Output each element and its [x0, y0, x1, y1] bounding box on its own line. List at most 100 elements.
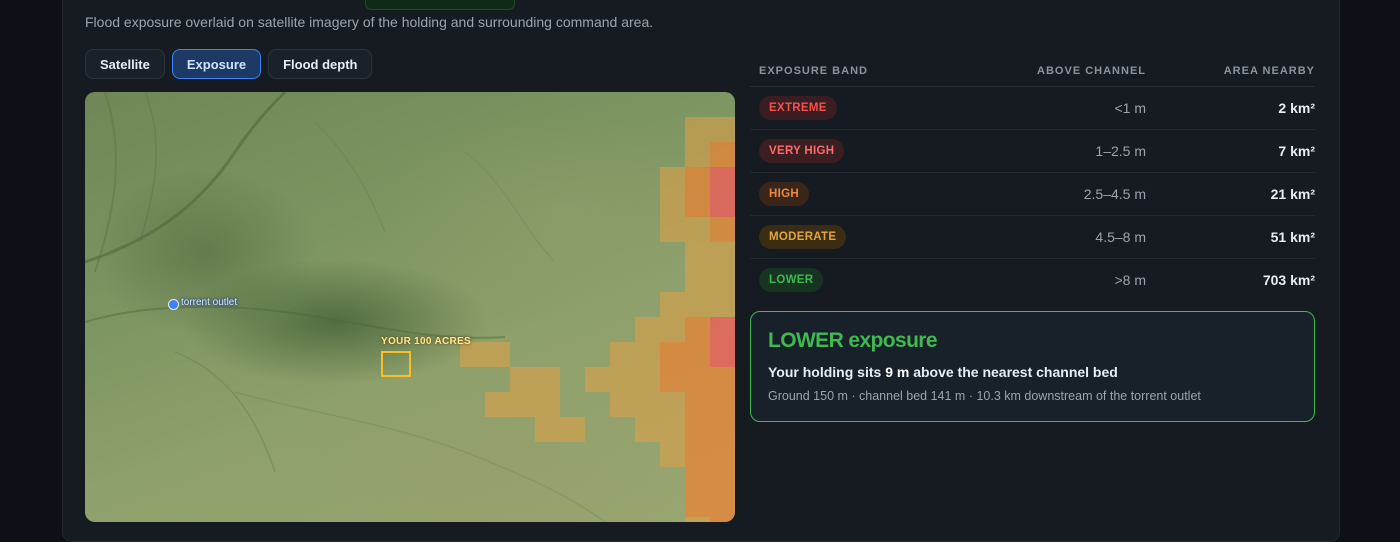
exposure-cell [710, 367, 735, 392]
exposure-cell [635, 392, 660, 417]
table-row: EXTREME <1 m 2 km² [750, 87, 1315, 130]
exposure-cell [510, 392, 535, 417]
area-nearby-cell: 2 km² [1278, 100, 1315, 116]
exposure-cell [685, 217, 710, 242]
exposure-cell [610, 367, 635, 392]
exposure-cell [710, 167, 735, 192]
exposure-cell [685, 292, 710, 317]
exposure-cell [610, 392, 635, 417]
exposure-cell [710, 317, 735, 342]
exposure-band-badge: VERY HIGH [759, 139, 845, 163]
exposure-cell [660, 167, 685, 192]
summary-line-suffix: above the nearest channel bed [913, 364, 1118, 380]
exposure-cell [585, 367, 610, 392]
exposure-cell [685, 417, 710, 442]
above-channel-cell: 4.5–8 m [1095, 229, 1146, 245]
exposure-cell [635, 417, 660, 442]
satellite-exposure-map[interactable]: torrent outlet YOUR 100 ACRES [85, 92, 735, 522]
tab-satellite[interactable]: Satellite [85, 49, 165, 79]
exposure-cell [660, 192, 685, 217]
holding-label: YOUR 100 ACRES [381, 336, 471, 347]
exposure-cell [685, 192, 710, 217]
table-row: HIGH 2.5–4.5 m 21 km² [750, 173, 1315, 216]
exposure-cell [710, 267, 735, 292]
exposure-cell [685, 317, 710, 342]
exposure-cell [610, 342, 635, 367]
table-row: LOWER >8 m 703 km² [750, 259, 1315, 301]
col-area-nearby: AREA NEARBY [1223, 65, 1315, 77]
exposure-cell [660, 342, 685, 367]
exposure-cell [710, 417, 735, 442]
area-nearby-cell: 703 km² [1262, 272, 1315, 288]
exposure-cell [660, 317, 685, 342]
exposure-cell [710, 117, 735, 142]
exposure-cell [710, 492, 735, 517]
exposure-cell [710, 142, 735, 167]
exposure-cell [685, 142, 710, 167]
exposure-band-badge: EXTREME [759, 96, 837, 120]
exposure-cell [710, 392, 735, 417]
exposure-cell [535, 417, 560, 442]
exposure-cell [535, 392, 560, 417]
map-view-tabs: Satellite Exposure Flood depth [85, 49, 373, 79]
exposure-cell [635, 367, 660, 392]
torrent-outlet-marker[interactable] [168, 299, 179, 310]
exposure-cell [710, 517, 735, 522]
exposure-cell [710, 217, 735, 242]
exposure-cell [685, 517, 710, 522]
summary-detail: Ground 150 m · channel bed 141 m · 10.3 … [768, 389, 1201, 403]
exposure-cell [685, 267, 710, 292]
exposure-cell [710, 342, 735, 367]
above-channel-cell: 2.5–4.5 m [1083, 186, 1146, 202]
torrent-outlet-label: torrent outlet [181, 297, 238, 308]
summary-line: Your holding sits 9 m above the nearest … [768, 364, 1118, 380]
exposure-cell [685, 367, 710, 392]
exposure-cell [685, 167, 710, 192]
exposure-cell [660, 217, 685, 242]
col-exposure-band: EXPOSURE BAND [759, 65, 868, 77]
exposure-cell [660, 442, 685, 467]
status-badge [365, 0, 515, 10]
holding-outline[interactable] [381, 351, 411, 377]
summary-line-prefix: Your holding sits [768, 364, 882, 380]
exposure-cell [535, 367, 560, 392]
exposure-cell [685, 442, 710, 467]
above-channel-cell: 1–2.5 m [1095, 143, 1146, 159]
tab-flood-depth[interactable]: Flood depth [268, 49, 373, 79]
exposure-cell [685, 392, 710, 417]
exposure-cell [660, 392, 685, 417]
band-cell: HIGH [750, 182, 979, 206]
exposure-cell [710, 242, 735, 267]
exposure-cell [660, 367, 685, 392]
exposure-cell [685, 117, 710, 142]
table-row: MODERATE 4.5–8 m 51 km² [750, 216, 1315, 259]
above-channel-cell: <1 m [1114, 100, 1146, 116]
table-header: EXPOSURE BAND ABOVE CHANNEL AREA NEARBY [750, 56, 1315, 87]
exposure-cell [710, 192, 735, 217]
tab-exposure[interactable]: Exposure [171, 49, 262, 79]
exposure-cell [635, 342, 660, 367]
band-cell: MODERATE [750, 225, 979, 249]
exposure-cell [485, 342, 510, 367]
exposure-cell [685, 342, 710, 367]
exposure-cell [685, 492, 710, 517]
band-cell: LOWER [750, 268, 979, 292]
exposure-band-badge: LOWER [759, 268, 824, 292]
summary-title: LOWER exposure [768, 329, 938, 352]
exposure-cell [560, 417, 585, 442]
panel-subtitle: Flood exposure overlaid on satellite ima… [85, 14, 654, 30]
area-nearby-cell: 51 km² [1270, 229, 1315, 245]
exposure-cell [685, 242, 710, 267]
exposure-band-table: EXPOSURE BAND ABOVE CHANNEL AREA NEARBY … [750, 56, 1315, 301]
table-row: VERY HIGH 1–2.5 m 7 km² [750, 130, 1315, 173]
exposure-summary-card: LOWER exposure Your holding sits 9 m abo… [750, 311, 1315, 422]
exposure-cell [710, 292, 735, 317]
band-cell: EXTREME [750, 96, 979, 120]
exposure-cell [660, 417, 685, 442]
exposure-band-badge: HIGH [759, 182, 809, 206]
area-nearby-cell: 21 km² [1270, 186, 1315, 202]
exposure-band-badge: MODERATE [759, 225, 847, 249]
exposure-cell [510, 367, 535, 392]
exposure-cell [485, 392, 510, 417]
area-nearby-cell: 7 km² [1278, 143, 1315, 159]
